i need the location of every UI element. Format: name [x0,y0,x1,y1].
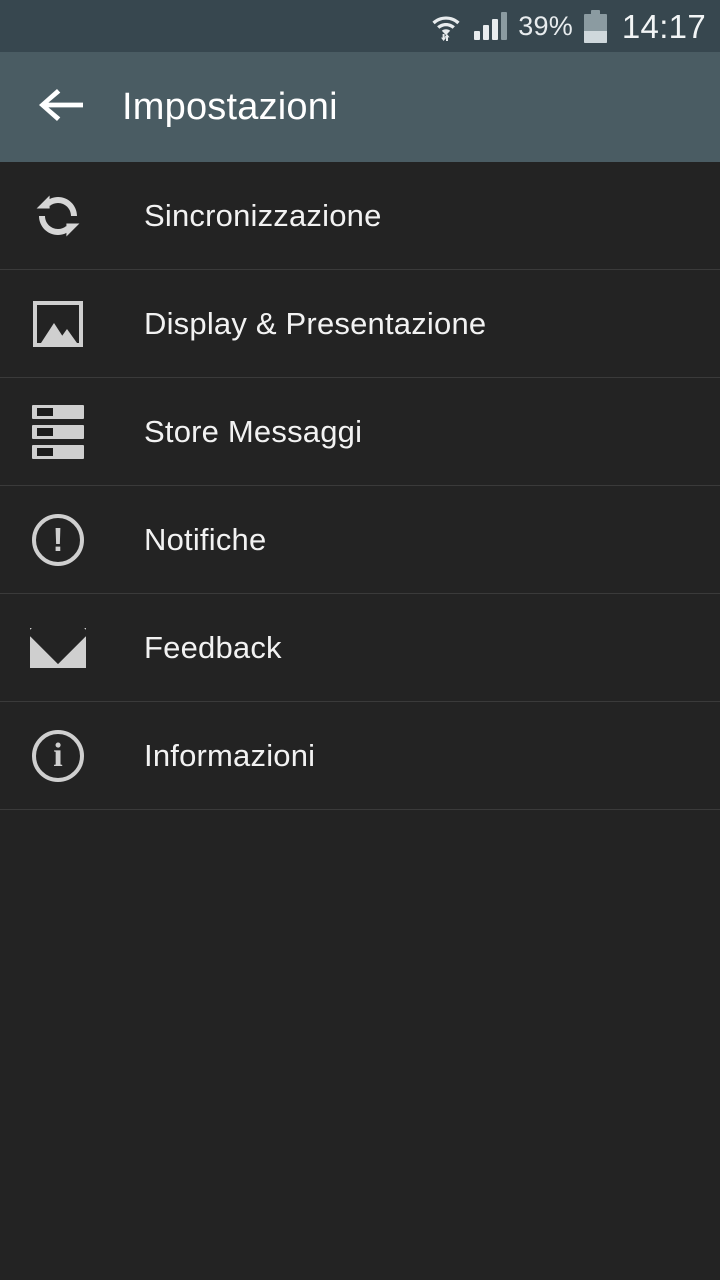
picture-icon [24,290,92,358]
settings-item-notifiche[interactable]: ! Notifiche [0,486,720,594]
back-arrow-icon [35,83,87,132]
app-bar: Impostazioni [0,52,720,162]
settings-item-label: Sincronizzazione [144,197,382,233]
battery-percent-label: 39% [518,10,573,41]
page-title: Impostazioni [122,85,338,128]
info-glyph: i [32,729,84,782]
settings-list: Sincronizzazione Display & Presentazione… [0,162,720,810]
settings-item-store-messaggi[interactable]: Store Messaggi [0,378,720,486]
settings-screen: 39% 14:17 Impostazioni Sincronizzazione … [0,0,720,1280]
settings-item-display-presentazione[interactable]: Display & Presentazione [0,270,720,378]
settings-item-label: Display & Presentazione [144,305,487,341]
status-bar: 39% 14:17 [0,0,720,52]
info-circle-icon: i [24,722,92,790]
settings-item-feedback[interactable]: Feedback [0,594,720,702]
battery-icon [583,9,607,43]
settings-item-label: Notifiche [144,521,267,557]
status-bar-icons: 39% 14:17 [429,9,706,43]
exclamation-circle-icon: ! [24,506,92,574]
settings-item-sincronizzazione[interactable]: Sincronizzazione [0,162,720,270]
list-stack-icon [24,398,92,466]
cellular-signal-icon [474,12,508,40]
settings-item-label: Feedback [144,629,282,665]
settings-item-label: Store Messaggi [144,413,363,449]
envelope-icon [24,614,92,682]
settings-item-label: Informazioni [144,737,316,773]
sync-icon [24,182,92,250]
settings-item-informazioni[interactable]: i Informazioni [0,702,720,810]
status-bar-clock: 14:17 [621,7,706,45]
back-button[interactable] [32,78,90,136]
wifi-transfer-icon [429,9,463,43]
exclamation-glyph: ! [32,513,84,566]
